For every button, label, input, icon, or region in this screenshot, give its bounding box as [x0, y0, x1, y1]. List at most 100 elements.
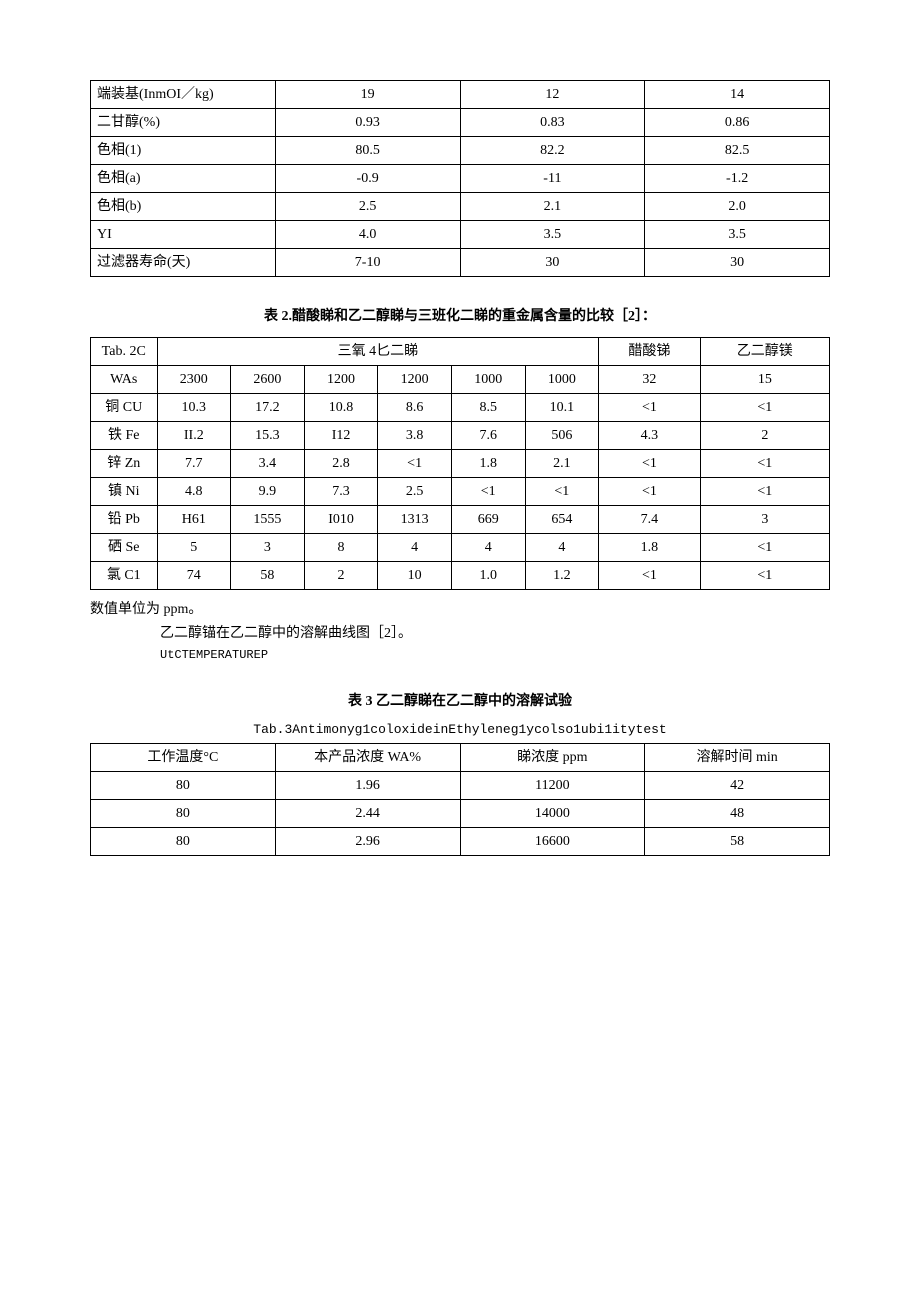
cell: 10 [378, 562, 452, 590]
header-span: 三氧 4匕二睇 [157, 338, 599, 366]
cell: <1 [700, 534, 829, 562]
cell: 654 [525, 506, 599, 534]
cell: 32 [599, 366, 700, 394]
cell: 14000 [460, 800, 645, 828]
cell: 3 [700, 506, 829, 534]
cell: <1 [599, 394, 700, 422]
cell: 2.1 [460, 193, 645, 221]
table3-title: 表 3 乙二醇睇在乙二醇中的溶解试验 [90, 690, 830, 710]
table-properties: 端装基(InmOI／kg) 19 12 14 二甘醇(%) 0.93 0.83 … [90, 80, 830, 277]
cell: 7.3 [304, 478, 378, 506]
cell: 5 [157, 534, 231, 562]
cell: 7.6 [451, 422, 525, 450]
cell: 1313 [378, 506, 452, 534]
cell: 4.3 [599, 422, 700, 450]
table-header-row: 工作温度°C 本产品浓度 WA% 睇浓度 ppm 溶解时间 min [91, 744, 830, 772]
cell: 10.3 [157, 394, 231, 422]
cell: 14 [645, 81, 830, 109]
table-row: 二甘醇(%) 0.93 0.83 0.86 [91, 109, 830, 137]
cell: <1 [700, 394, 829, 422]
cell: 58 [645, 828, 830, 856]
curve-caption: 乙二醇锚在乙二醇中的溶解曲线图［2］。 [160, 622, 830, 642]
cell: 3.5 [645, 221, 830, 249]
cell: 1.2 [525, 562, 599, 590]
cell: 2 [304, 562, 378, 590]
cell: <1 [378, 450, 452, 478]
row-label: 锌 Zn [91, 450, 158, 478]
cell: -0.9 [275, 165, 460, 193]
cell: II.2 [157, 422, 231, 450]
cell: 80 [91, 772, 276, 800]
table-row: 镇 Ni 4.8 9.9 7.3 2.5 <1 <1 <1 <1 [91, 478, 830, 506]
cell: 0.83 [460, 109, 645, 137]
cell: 4.0 [275, 221, 460, 249]
cell: 1.96 [275, 772, 460, 800]
header-cell: 本产品浓度 WA% [275, 744, 460, 772]
cell: 4.8 [157, 478, 231, 506]
cell: 3.5 [460, 221, 645, 249]
cell: 42 [645, 772, 830, 800]
cell: H61 [157, 506, 231, 534]
header-cell: Tab. 2C [91, 338, 158, 366]
cell: -11 [460, 165, 645, 193]
table-row: 铁 Fe II.2 15.3 I12 3.8 7.6 506 4.3 2 [91, 422, 830, 450]
row-label: 镇 Ni [91, 478, 158, 506]
cell: 8 [304, 534, 378, 562]
cell: 0.93 [275, 109, 460, 137]
row-label: 过滤器寿命(天) [91, 249, 276, 277]
cell: I12 [304, 422, 378, 450]
cell: 1000 [525, 366, 599, 394]
table-row: 端装基(InmOI／kg) 19 12 14 [91, 81, 830, 109]
cell: <1 [700, 478, 829, 506]
header-cell: 溶解时间 min [645, 744, 830, 772]
cell: 7.4 [599, 506, 700, 534]
row-label: 氯 C1 [91, 562, 158, 590]
cell: 1555 [231, 506, 305, 534]
cell: <1 [525, 478, 599, 506]
cell: 2600 [231, 366, 305, 394]
cell: I010 [304, 506, 378, 534]
table2-title: 表 2.醋酸睇和乙二醇睇与三班化二睇的重金属含量的比较［2］： [90, 305, 830, 325]
cell: <1 [599, 562, 700, 590]
table-row: 铅 Pb H61 1555 I010 1313 669 654 7.4 3 [91, 506, 830, 534]
table-row: 色相(b) 2.5 2.1 2.0 [91, 193, 830, 221]
cell: 48 [645, 800, 830, 828]
table-row: 色相(a) -0.9 -11 -1.2 [91, 165, 830, 193]
table-row: 80 2.96 16600 58 [91, 828, 830, 856]
cell: 1200 [378, 366, 452, 394]
table-row: 硒 Se 5 3 8 4 4 4 1.8 <1 [91, 534, 830, 562]
cell: 30 [645, 249, 830, 277]
cell: 82.2 [460, 137, 645, 165]
cell: 1200 [304, 366, 378, 394]
table-row: 过滤器寿命(天) 7-10 30 30 [91, 249, 830, 277]
table-row: 80 1.96 11200 42 [91, 772, 830, 800]
cell: 80 [91, 800, 276, 828]
cell: 4 [378, 534, 452, 562]
cell: 74 [157, 562, 231, 590]
cell: 669 [451, 506, 525, 534]
cell: 2 [700, 422, 829, 450]
table-row: 色相(1) 80.5 82.2 82.5 [91, 137, 830, 165]
row-label: 硒 Se [91, 534, 158, 562]
cell: 1.8 [599, 534, 700, 562]
cell: 58 [231, 562, 305, 590]
cell: 17.2 [231, 394, 305, 422]
header-cell: 工作温度°C [91, 744, 276, 772]
row-label: 铅 Pb [91, 506, 158, 534]
table3-subtitle: Tab.3Antimonyg1coloxideinEthyleneg1ycols… [90, 722, 830, 737]
table-row: YI 4.0 3.5 3.5 [91, 221, 830, 249]
cell: 30 [460, 249, 645, 277]
header-cell: 睇浓度 ppm [460, 744, 645, 772]
cell: 4 [525, 534, 599, 562]
row-label: YI [91, 221, 276, 249]
cell: 7-10 [275, 249, 460, 277]
table-heavy-metal: Tab. 2C 三氧 4匕二睇 醋酸锑 乙二醇镁 WAs 2300 2600 1… [90, 337, 830, 590]
cell: 80.5 [275, 137, 460, 165]
cell: 2.0 [645, 193, 830, 221]
cell: 2.5 [275, 193, 460, 221]
cell: <1 [700, 562, 829, 590]
cell: 4 [451, 534, 525, 562]
cell: 2.5 [378, 478, 452, 506]
cell: 7.7 [157, 450, 231, 478]
cell: 82.5 [645, 137, 830, 165]
